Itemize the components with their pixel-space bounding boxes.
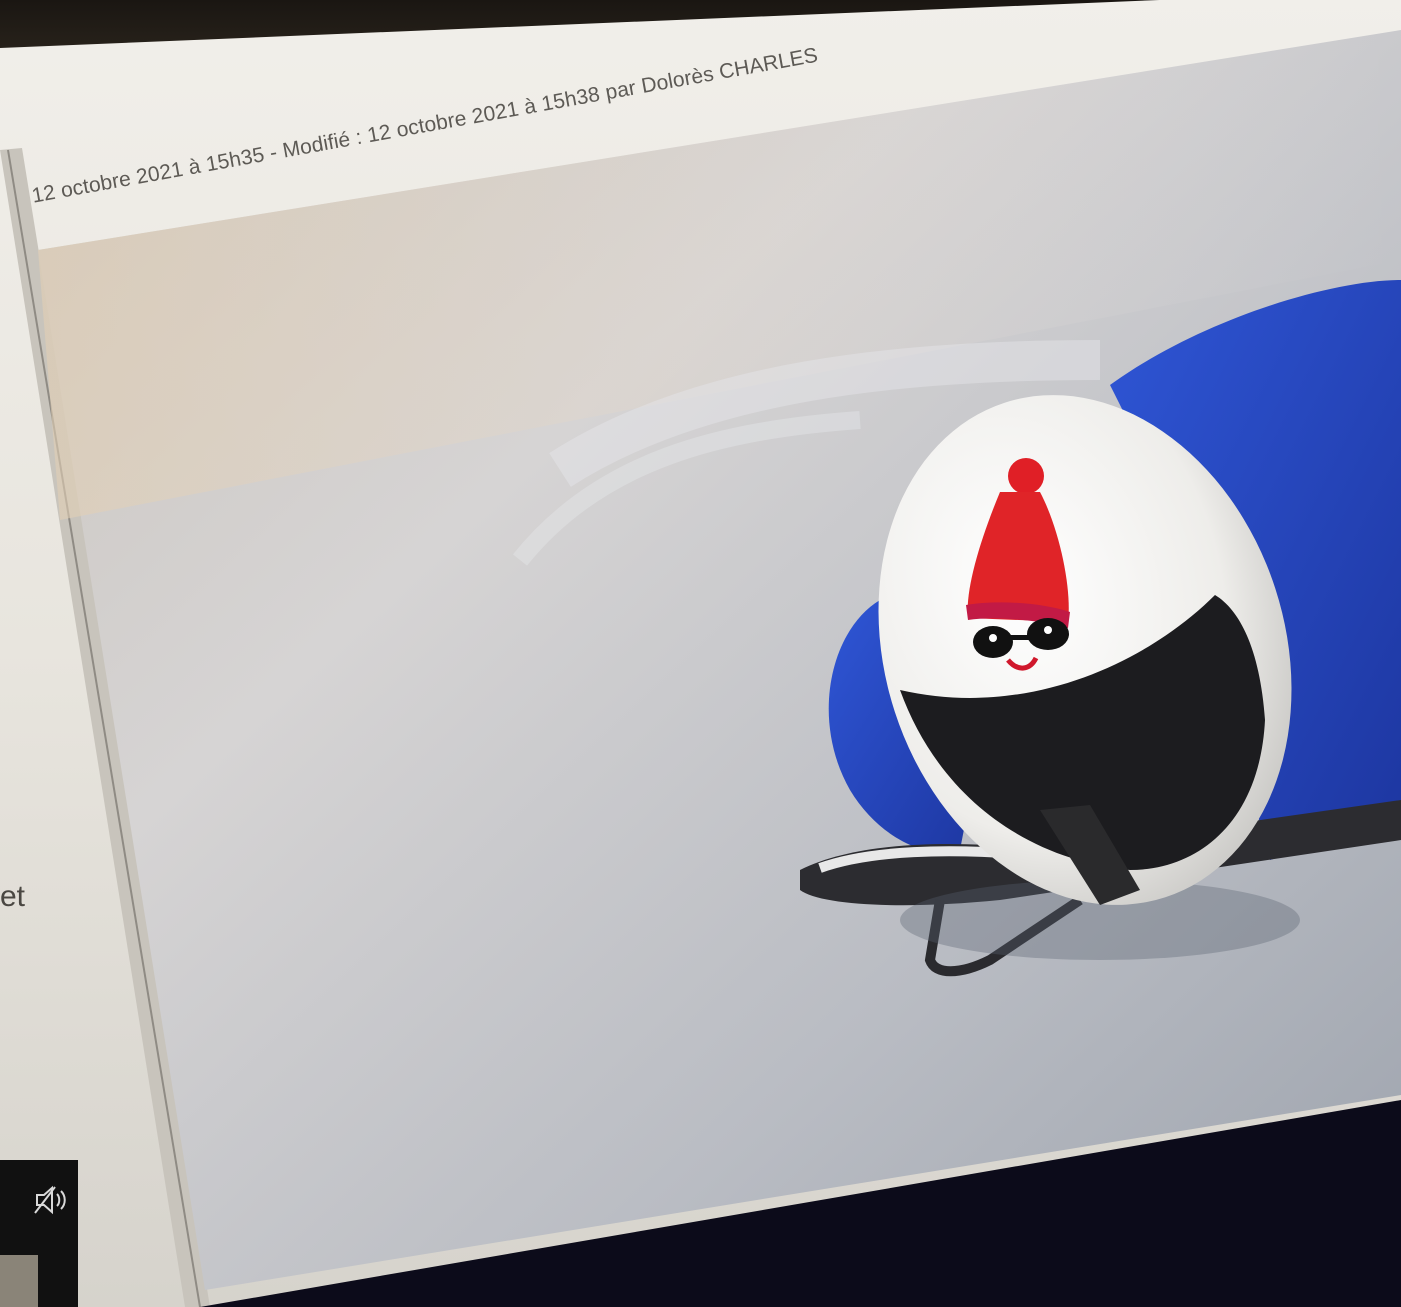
video-thumbnail[interactable] <box>0 1255 38 1307</box>
sidebar-text-fragment: et <box>0 880 26 913</box>
screen: 12 octobre 2021 à 15h35 - Modifié : 12 o… <box>0 0 1401 1307</box>
mute-button[interactable] <box>30 1182 72 1218</box>
speaker-muted-icon <box>34 1185 66 1215</box>
mini-video-player[interactable] <box>0 1160 78 1307</box>
article-photo <box>38 30 1401 1290</box>
